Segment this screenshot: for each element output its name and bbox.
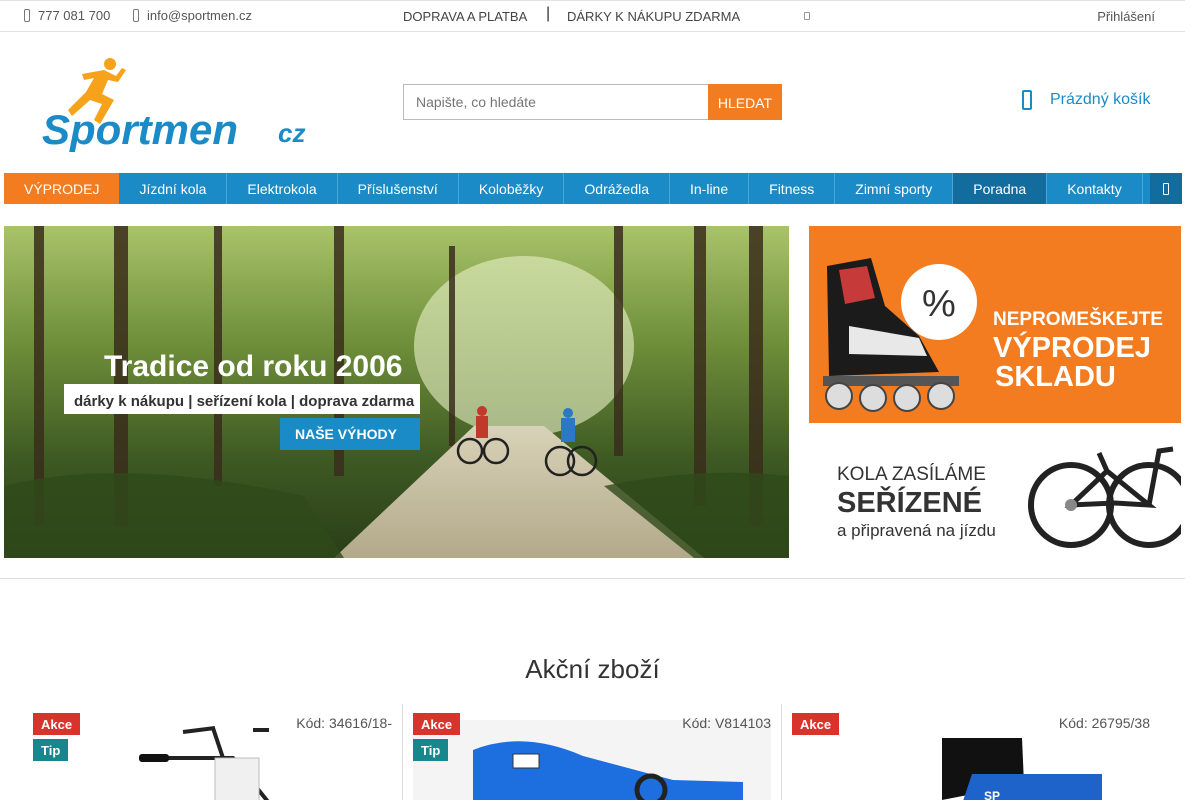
cart[interactable]: Prázdný košík (1022, 90, 1150, 110)
nav-more-button[interactable] (1150, 173, 1182, 204)
menu-icon (1163, 182, 1169, 195)
phone-contact[interactable]: 777 081 700 (24, 8, 110, 23)
nav-item-fitness[interactable]: Fitness (749, 173, 836, 204)
badge-tip: Tip (33, 739, 69, 761)
section-divider (0, 578, 1185, 579)
email-address: info@sportmen.cz (147, 8, 252, 23)
top-bar: 777 081 700 info@sportmen.cz DOPRAVA A P… (0, 0, 1185, 32)
product-code: Kód: 34616/18- (296, 715, 392, 731)
hero-subtitle: dárky k nákupu | seřízení kola | doprava… (74, 393, 415, 410)
badge-tip: Tip (413, 739, 449, 761)
sale-banner[interactable]: % NEPROMEŠKEJTE VÝPRODEJ SKLADU (809, 226, 1181, 423)
phone-icon (24, 9, 30, 22)
shipping-link[interactable]: DOPRAVA A PLATBA (403, 9, 527, 24)
logo-wordmark: Sportmen (42, 106, 238, 152)
bikes-banner[interactable]: KOLA ZASÍLÁME SEŘÍZENÉ a připravená na j… (809, 443, 1181, 558)
nav-item-vyprodej[interactable]: VÝPRODEJ (4, 173, 120, 204)
sale-percent: % (922, 283, 956, 325)
login-link[interactable]: Přihlášení (1097, 9, 1155, 24)
search-bar: HLEDAT (403, 84, 782, 120)
section-title: Akční zboží (525, 654, 660, 684)
bikes-line2: SEŘÍZENÉ (837, 485, 982, 519)
bikes-line3: a připravená na jízdu (837, 521, 996, 540)
product-card[interactable]: Akce Tip Kód: 34616/18- (23, 704, 402, 800)
logo-suffix: cz (278, 118, 305, 148)
sale-line1: NEPROMEŠKEJTE (993, 308, 1163, 330)
gifts-link[interactable]: DÁRKY K NÁKUPU ZDARMA (567, 9, 740, 24)
sale-line3: SKLADU (995, 361, 1116, 393)
svg-text:SP: SP (984, 789, 1000, 800)
phone-number: 777 081 700 (38, 8, 111, 23)
product-card[interactable]: SP Akce Kód: 26795/38 (781, 704, 1160, 800)
badge-akce: Akce (33, 713, 81, 735)
nav-item-odrazedla[interactable]: Odrážedla (564, 173, 670, 204)
nav-item-in-line[interactable]: In-line (670, 173, 750, 204)
main-nav: VÝPRODEJ Jízdní kola Elektrokola Přísluš… (4, 173, 1182, 204)
nav-item-prislusenstvi[interactable]: Příslušenství (338, 173, 459, 204)
badge-akce: Akce (413, 713, 461, 735)
mail-icon (133, 9, 139, 22)
hero-banner[interactable]: Tradice od roku 2006 dárky k nákupu | se… (4, 226, 789, 558)
site-logo[interactable]: Sportmen cz (42, 54, 317, 153)
search-button[interactable]: HLEDAT (708, 84, 782, 120)
cart-label: Prázdný košík (1050, 91, 1151, 108)
hero-button: NAŠE VÝHODY (295, 425, 398, 442)
gift-icon (804, 12, 810, 20)
sale-line2: VÝPRODEJ (993, 330, 1151, 364)
product-code: Kód: 26795/38 (1058, 715, 1150, 731)
hero-title: Tradice od roku 2006 (104, 350, 402, 383)
nav-item-kontakty[interactable]: Kontakty (1047, 173, 1143, 204)
product-card[interactable]: Akce Tip Kód: V814103 (402, 704, 781, 800)
topbar-separator: | (546, 5, 551, 22)
nav-item-poradna[interactable]: Poradna (953, 173, 1048, 204)
search-input[interactable] (403, 84, 708, 120)
product-code: Kód: V814103 (682, 715, 771, 731)
nav-item-kolobezky[interactable]: Koloběžky (459, 173, 565, 204)
nav-item-elektrokola[interactable]: Elektrokola (227, 173, 338, 204)
bikes-line1: KOLA ZASÍLÁME (837, 464, 986, 485)
email-contact[interactable]: info@sportmen.cz (133, 8, 252, 23)
nav-item-zimni-sporty[interactable]: Zimní sporty (835, 173, 954, 204)
nav-item-jizdni-kola[interactable]: Jízdní kola (119, 173, 228, 204)
badge-akce: Akce (792, 713, 840, 735)
cart-icon (1022, 90, 1032, 110)
